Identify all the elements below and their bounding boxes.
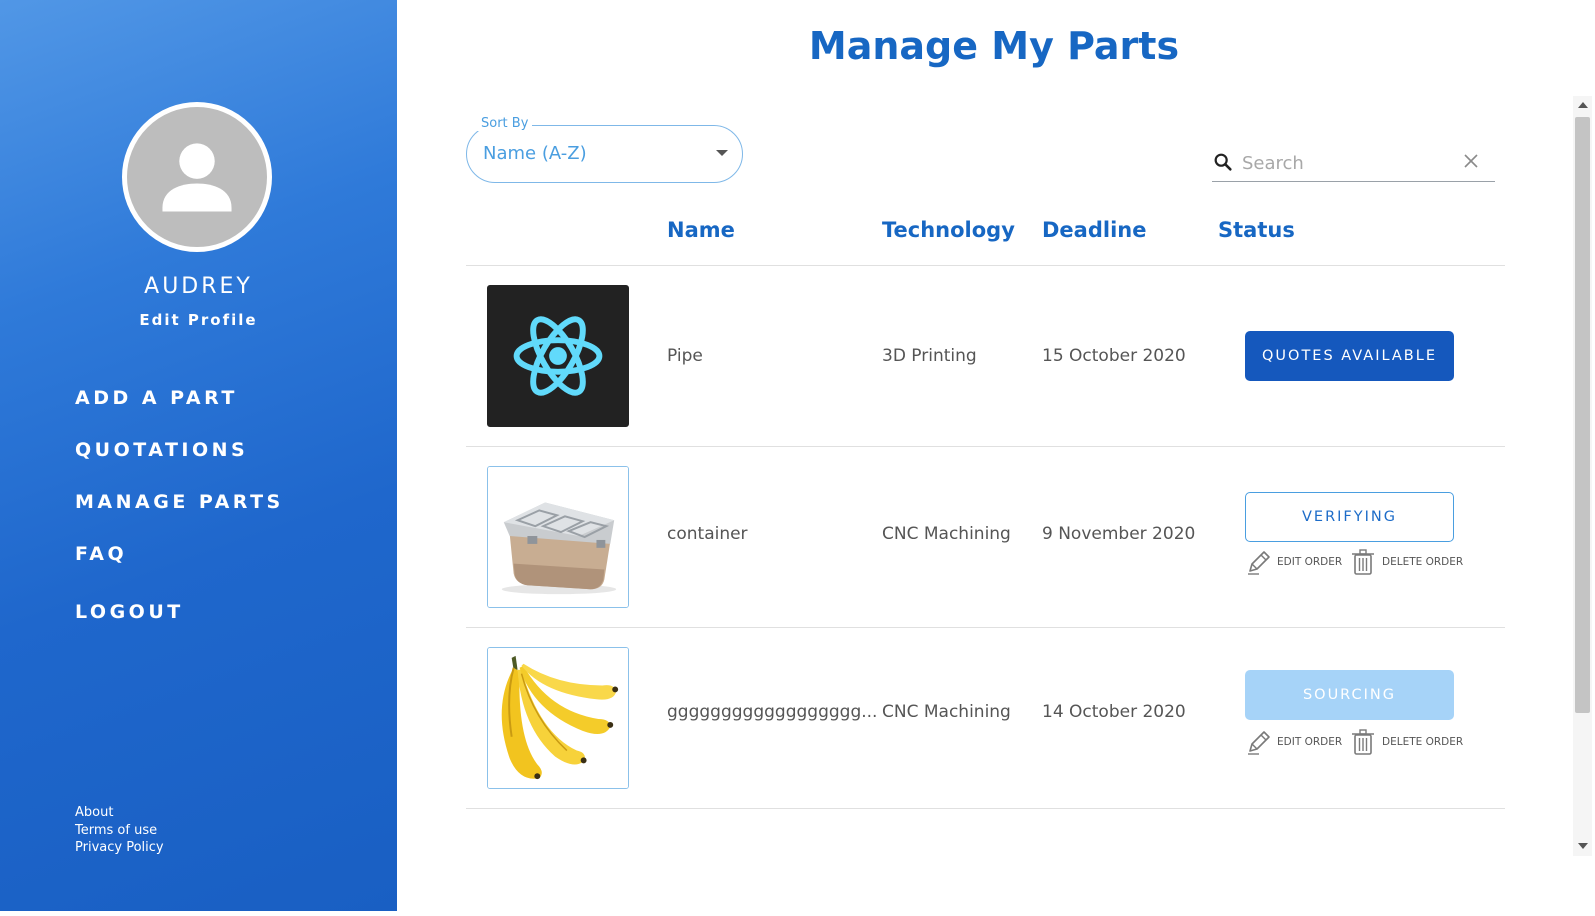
edit-order-label: EDIT ORDER bbox=[1277, 556, 1343, 568]
sort-by-select[interactable]: Sort By Name (A-Z) bbox=[466, 116, 743, 183]
user-name: AUDREY bbox=[144, 274, 253, 299]
edit-profile-link[interactable]: Edit Profile bbox=[0, 311, 397, 329]
column-header-status[interactable]: Status bbox=[1218, 218, 1295, 242]
sourcing-status-button[interactable]: SOURCING bbox=[1245, 670, 1454, 720]
part-deadline: 15 October 2020 bbox=[1042, 346, 1186, 366]
react-logo-icon bbox=[513, 316, 603, 396]
nav-logout[interactable]: LOGOUT bbox=[75, 601, 184, 623]
nav-faq[interactable]: FAQ bbox=[75, 543, 127, 565]
sidebar: AUDREY Edit Profile ADD A PART QUOTATION… bbox=[0, 0, 397, 911]
part-deadline: 14 October 2020 bbox=[1042, 702, 1186, 722]
avatar[interactable] bbox=[122, 102, 272, 252]
part-deadline: 9 November 2020 bbox=[1042, 524, 1196, 544]
user-icon bbox=[162, 143, 232, 212]
part-technology: CNC Machining bbox=[882, 524, 1011, 544]
privacy-policy-link[interactable]: Privacy Policy bbox=[75, 839, 164, 857]
part-name: gggggggggggggggggg... bbox=[667, 702, 878, 722]
nav-add-a-part[interactable]: ADD A PART bbox=[75, 387, 238, 409]
delete-order-button[interactable]: DELETE ORDER bbox=[1350, 548, 1463, 576]
storage-container-image bbox=[488, 467, 628, 607]
part-image bbox=[487, 285, 629, 427]
search-input[interactable] bbox=[1242, 149, 1457, 177]
pencil-icon bbox=[1248, 731, 1270, 755]
pencil-icon bbox=[1248, 551, 1270, 575]
column-header-technology[interactable]: Technology bbox=[882, 218, 1015, 242]
edit-order-label: EDIT ORDER bbox=[1277, 736, 1343, 748]
terms-of-use-link[interactable]: Terms of use bbox=[75, 822, 164, 840]
sort-by-value: Name (A-Z) bbox=[483, 143, 587, 164]
edit-order-button[interactable]: EDIT ORDER bbox=[1245, 728, 1342, 756]
divider bbox=[466, 446, 1505, 447]
part-technology: CNC Machining bbox=[882, 702, 1011, 722]
part-name: Pipe bbox=[667, 346, 703, 366]
nav-manage-parts[interactable]: MANAGE PARTS bbox=[75, 491, 284, 513]
delete-order-button[interactable]: DELETE ORDER bbox=[1350, 728, 1463, 756]
trash-icon bbox=[1352, 549, 1374, 575]
divider bbox=[466, 265, 1505, 266]
scroll-down-icon[interactable] bbox=[1578, 843, 1588, 849]
divider bbox=[466, 627, 1505, 628]
delete-order-label: DELETE ORDER bbox=[1382, 736, 1464, 748]
edit-order-button[interactable]: EDIT ORDER bbox=[1245, 548, 1342, 576]
nav-quotations[interactable]: QUOTATIONS bbox=[75, 439, 248, 461]
sort-by-label: Sort By bbox=[477, 116, 533, 131]
page-title: Manage My Parts bbox=[808, 24, 1180, 68]
column-header-deadline[interactable]: Deadline bbox=[1042, 218, 1146, 242]
divider bbox=[466, 808, 1505, 809]
scrollbar-thumb[interactable] bbox=[1575, 117, 1590, 713]
verifying-status-button[interactable]: VERIFYING bbox=[1245, 492, 1454, 542]
quotes-available-button[interactable]: QUOTES AVAILABLE bbox=[1245, 331, 1454, 381]
search-icon bbox=[1214, 153, 1232, 171]
close-icon[interactable] bbox=[1463, 153, 1479, 169]
chevron-down-icon bbox=[716, 150, 728, 156]
part-name: container bbox=[667, 524, 748, 544]
trash-icon bbox=[1352, 729, 1374, 755]
part-image bbox=[487, 647, 629, 789]
bananas-image bbox=[488, 648, 628, 788]
about-link[interactable]: About bbox=[75, 804, 164, 822]
column-header-name[interactable]: Name bbox=[667, 218, 735, 242]
footer-links: About Terms of use Privacy Policy bbox=[75, 804, 164, 857]
search-bar bbox=[1212, 146, 1495, 182]
scroll-up-icon[interactable] bbox=[1578, 102, 1588, 108]
part-technology: 3D Printing bbox=[882, 346, 977, 366]
delete-order-label: DELETE ORDER bbox=[1382, 556, 1464, 568]
part-image bbox=[487, 466, 629, 608]
